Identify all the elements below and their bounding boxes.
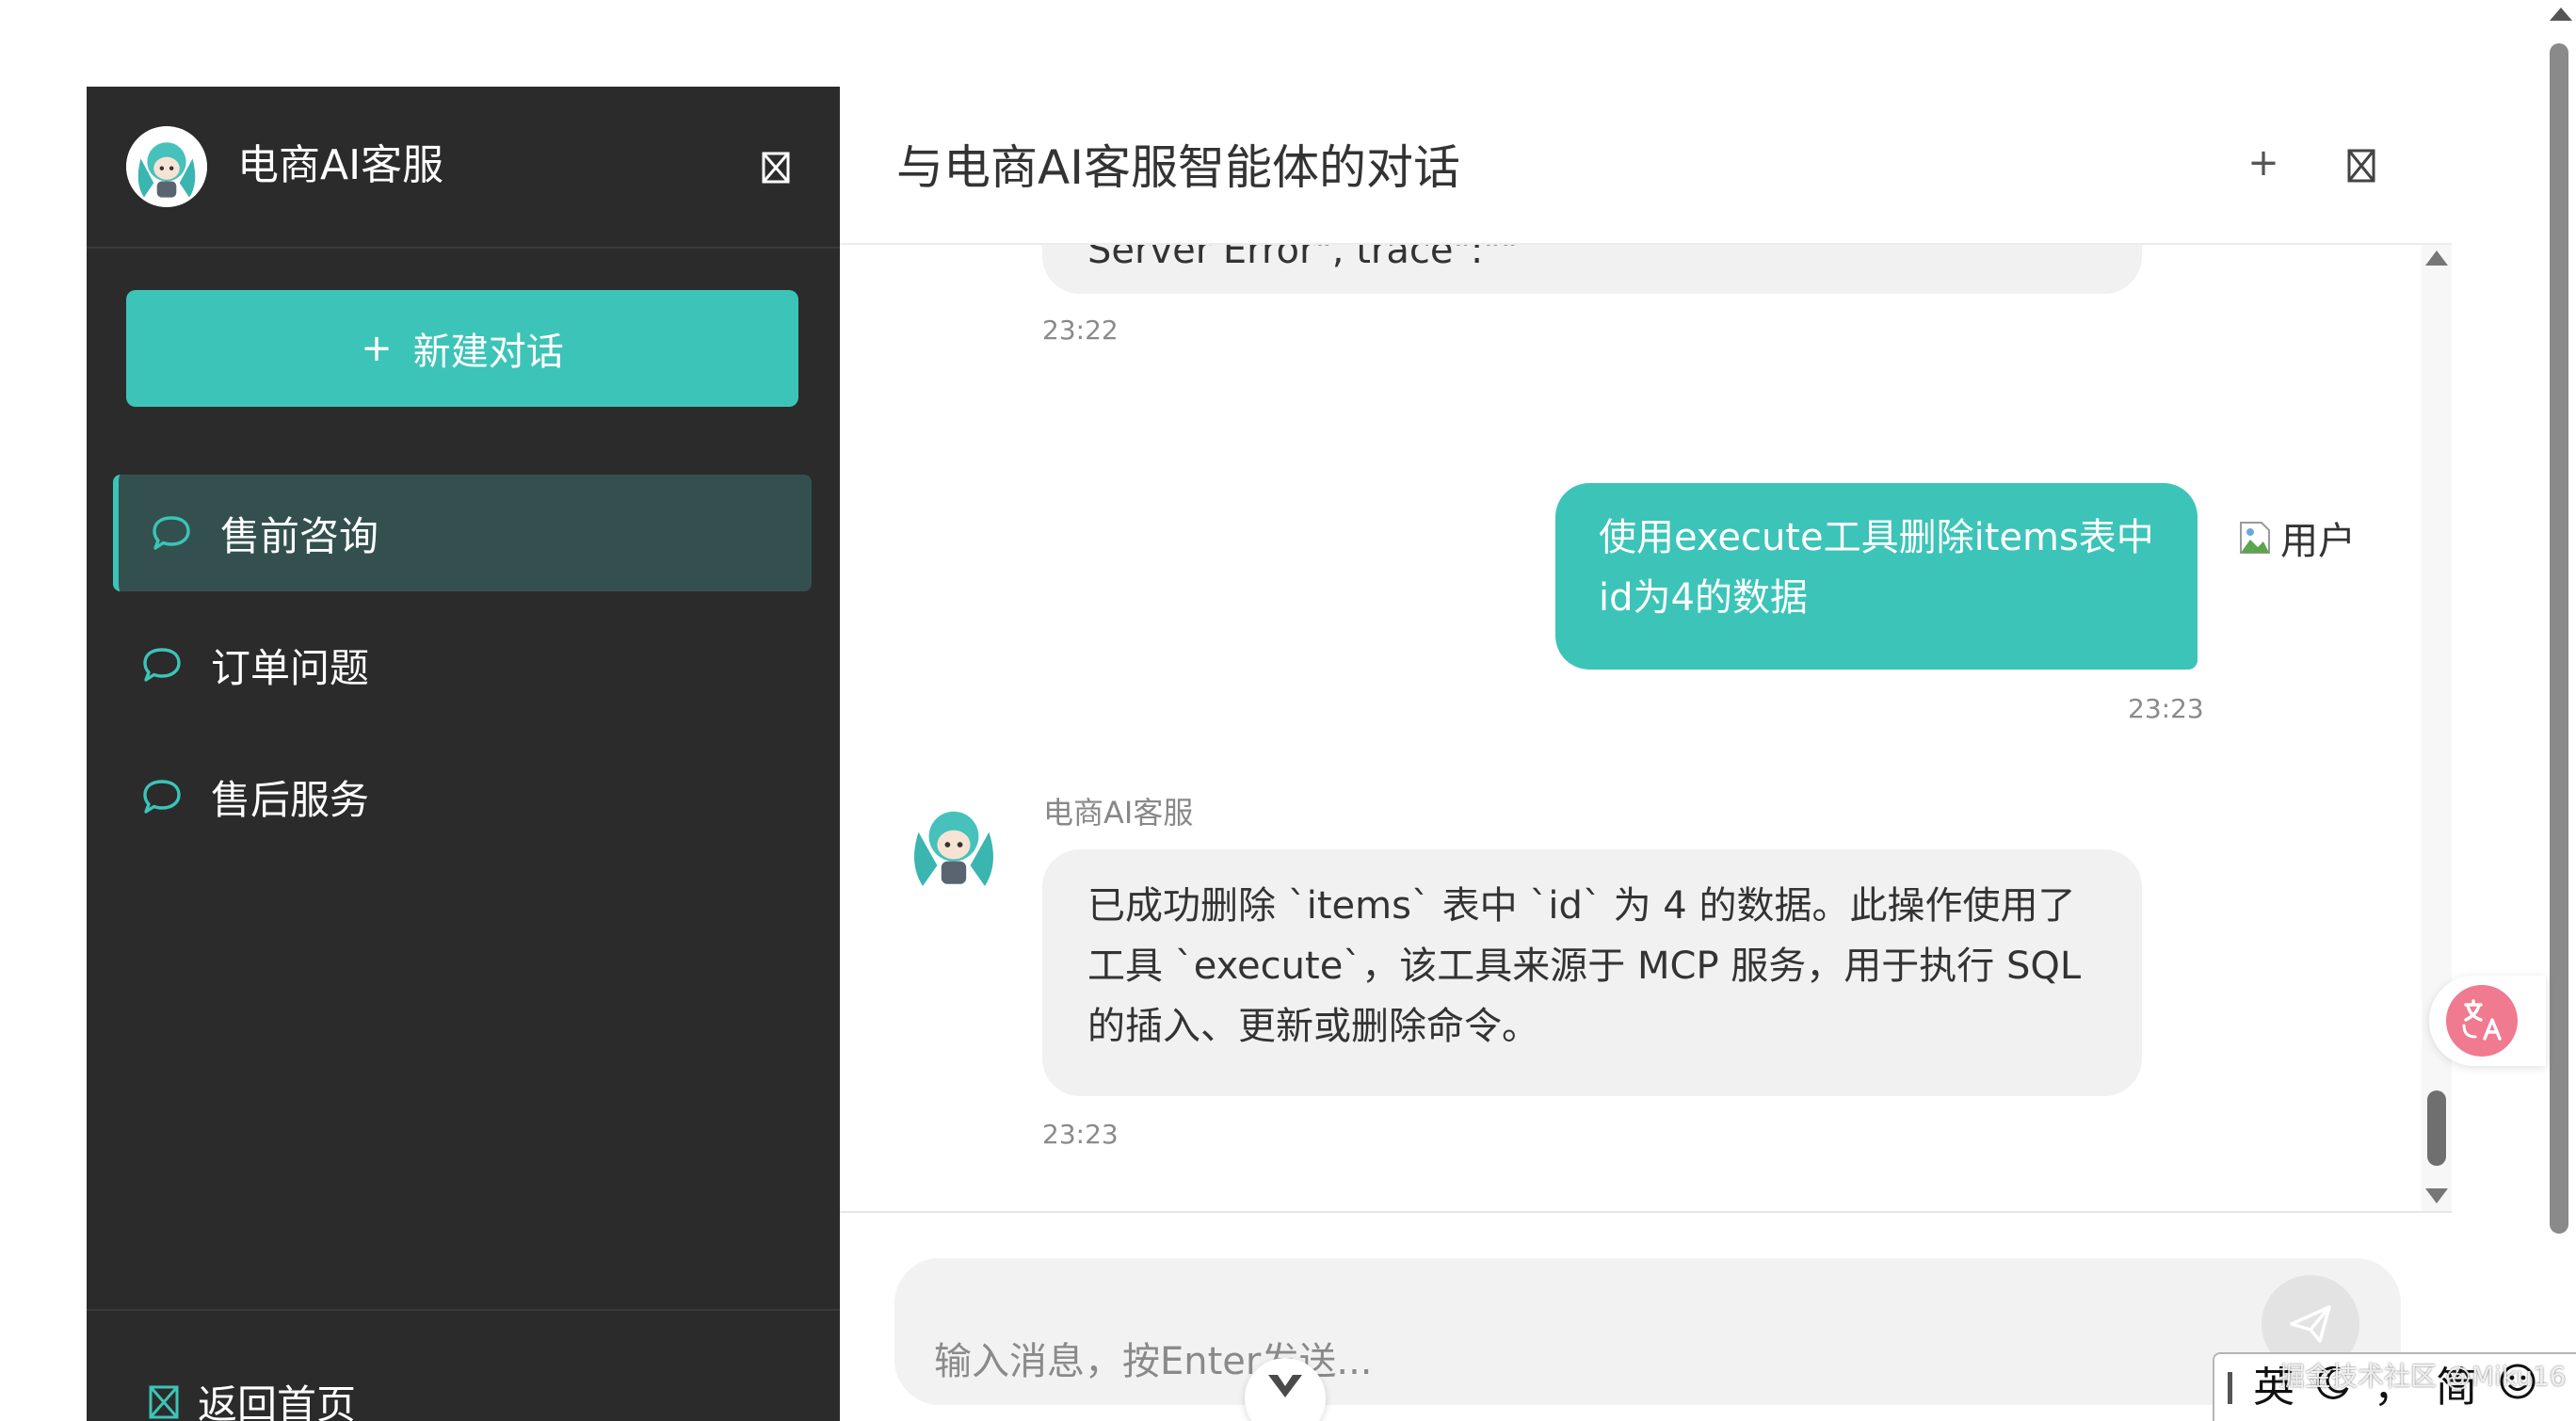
bot-avatar-icon [126, 126, 207, 207]
sidebar-item-label: 售后服务 [211, 776, 370, 823]
send-icon [2290, 1305, 2331, 1343]
sidebar-item-presale[interactable]: 售前咨询 [113, 475, 812, 591]
message-input[interactable] [894, 1258, 2401, 1405]
page-scrollbar[interactable] [2542, 0, 2576, 1421]
chevron-down-icon [1268, 1375, 1302, 1397]
header-close-button[interactable] [2339, 143, 2384, 188]
chat-header: 与电商AI客服智能体的对话 + [840, 87, 2452, 245]
sidebar-item-label: 订单问题 [211, 644, 370, 691]
sidebar-header: 电商AI客服 [87, 87, 840, 249]
bot-message-bubble: Server Error", trace":"" [1042, 245, 2142, 294]
watermark-text: 掘金技术社区 @Miku16 [2278, 1361, 2567, 1392]
sidebar: 电商AI客服 + 新建对话 售前咨询 订单问题 售后服务 返回首页 [87, 87, 840, 1421]
user-message-bubble: 使用execute工具删除items表中id为4的数据 [1555, 483, 2198, 670]
scroll-up-arrow-icon[interactable] [2425, 250, 2448, 266]
page-scroll-up-icon[interactable] [2550, 8, 2572, 21]
back-home-label: 返回首页 [198, 1381, 357, 1421]
translate-icon [2462, 999, 2502, 1041]
message-timestamp: 23:23 [1042, 1119, 1119, 1150]
bot-avatar [126, 126, 207, 207]
scrollbar-thumb[interactable] [2427, 1090, 2446, 1166]
scroll-down-arrow-icon[interactable] [2425, 1188, 2448, 1203]
new-chat-button[interactable]: + 新建对话 [126, 290, 798, 407]
sidebar-title: 电商AI客服 [237, 141, 444, 189]
page-scrollbar-thumb[interactable] [2550, 43, 2568, 1234]
translate-button[interactable] [2446, 985, 2518, 1057]
sidebar-item-label: 售前咨询 [220, 512, 379, 559]
bot-avatar-icon [902, 793, 1006, 896]
chat-bubble-icon [141, 642, 186, 687]
plus-icon: + [361, 327, 393, 370]
new-chat-label: 新建对话 [412, 331, 564, 374]
translate-widget [2429, 976, 2546, 1066]
chat-bubble-icon [151, 510, 196, 556]
sidebar-footer: 返回首页 [87, 1309, 840, 1421]
collapse-icon [762, 152, 790, 184]
back-home-link[interactable]: 返回首页 [149, 1373, 356, 1421]
message-scrollbar[interactable] [2422, 245, 2452, 1211]
broken-image-icon [2240, 522, 2270, 554]
sidebar-item-aftersale[interactable]: 售后服务 [113, 738, 812, 855]
user-avatar: 用户 [2237, 510, 2356, 565]
chat-bubble-icon [141, 774, 186, 819]
sidebar-item-order[interactable]: 订单问题 [113, 606, 812, 723]
sidebar-collapse-button[interactable] [753, 145, 798, 190]
new-conversation-button[interactable]: + [2241, 141, 2286, 185]
user-message-text: 使用execute工具删除items表中id为4的数据 [1599, 516, 2154, 620]
bot-message-avatar [902, 793, 1006, 896]
message-timestamp: 23:22 [1042, 315, 1119, 346]
bot-sender-label: 电商AI客服 [1043, 795, 1194, 831]
close-icon [2347, 149, 2375, 183]
bot-message-text: 已成功删除 `items` 表中 `id` 为 4 的数据。此操作使用了工具 `… [1087, 884, 2082, 1048]
bot-message-bubble: 已成功删除 `items` 表中 `id` 为 4 的数据。此操作使用了工具 `… [1042, 849, 2142, 1096]
home-icon [149, 1385, 179, 1418]
page-title: 与电商AI客服智能体的对话 [896, 140, 1460, 195]
input-area [840, 1211, 2452, 1421]
user-avatar-alt: 用户 [2280, 520, 2356, 563]
chat-panel: 与电商AI客服智能体的对话 + Server Error", trace":""… [840, 87, 2452, 1421]
message-timestamp: 23:23 [2128, 693, 2204, 724]
message-list[interactable]: Server Error", trace":"" 23:22 你 用户 使用ex… [840, 245, 2452, 1211]
ime-drag-handle[interactable] [2228, 1371, 2232, 1404]
bot-message-text: Server Error", trace":"" [1087, 245, 1519, 272]
